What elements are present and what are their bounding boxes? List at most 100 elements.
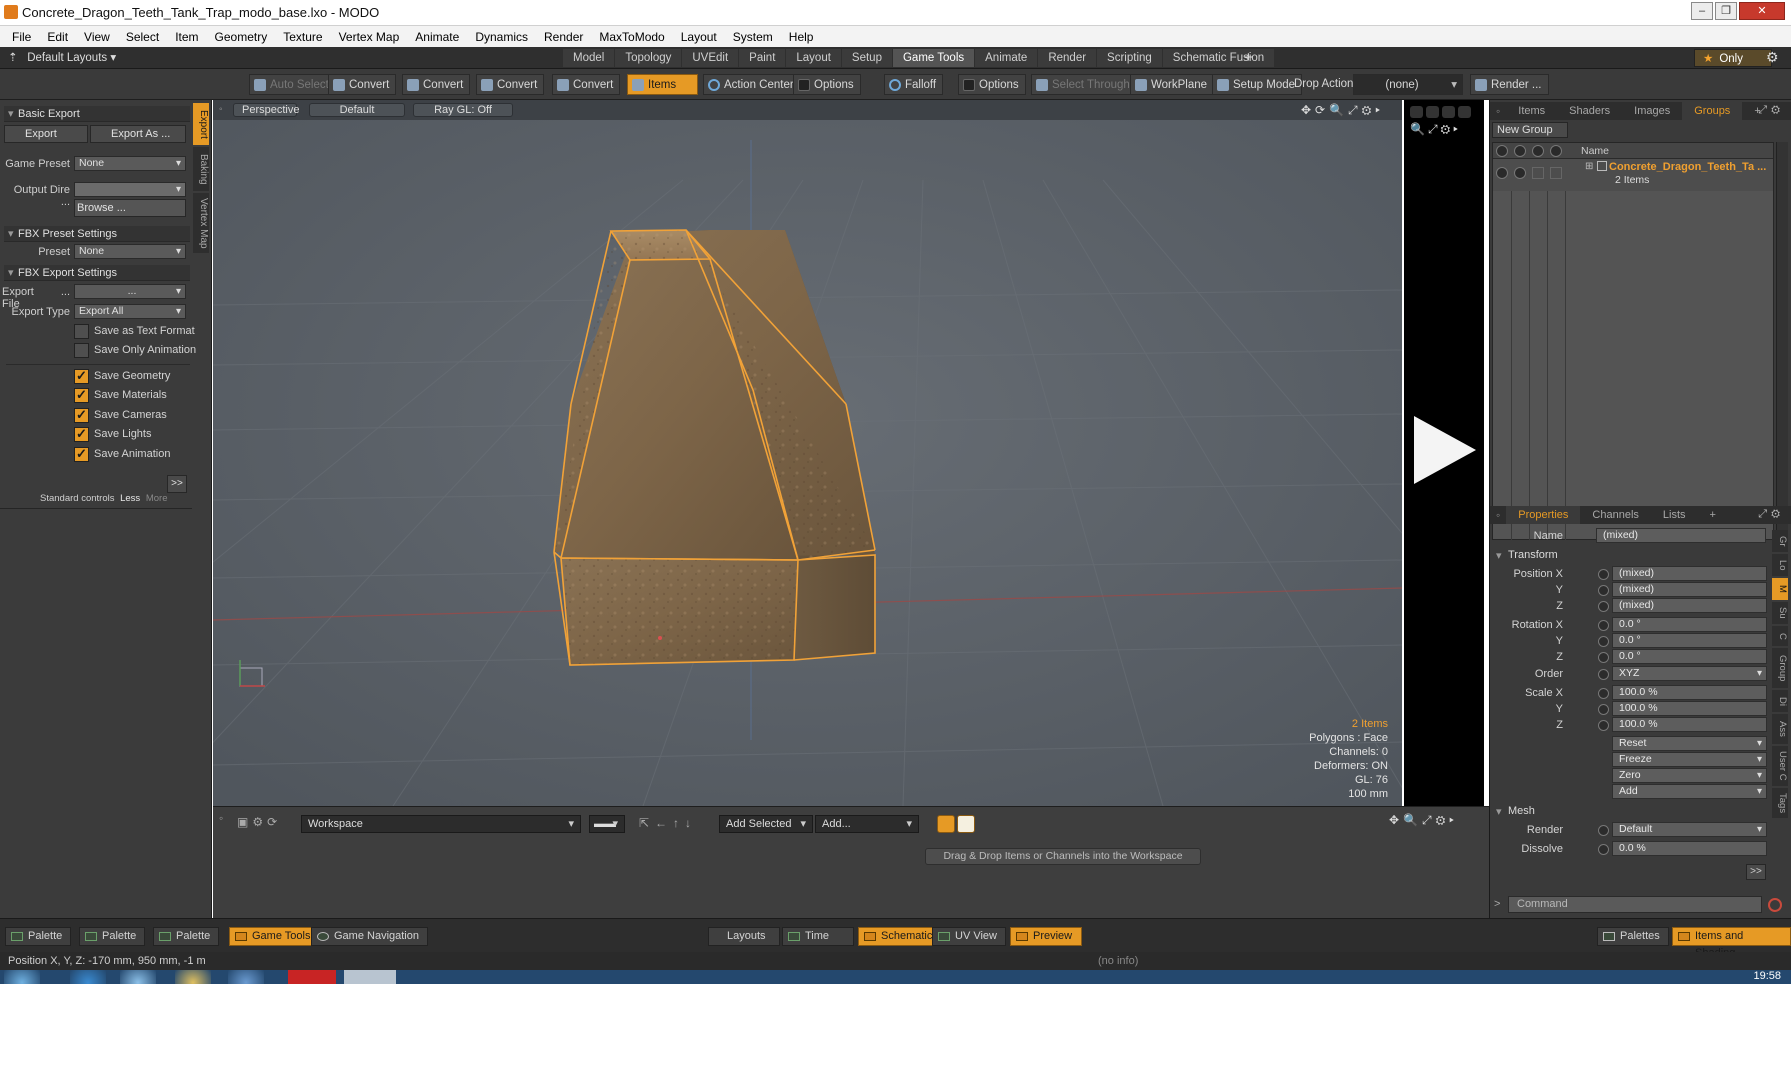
- palette-button-2[interactable]: Palette: [79, 927, 146, 946]
- play-icon[interactable]: [1414, 416, 1476, 484]
- uv-view-button[interactable]: UV View: [932, 927, 1006, 946]
- palettes-button[interactable]: Palettes: [1597, 927, 1669, 946]
- palette-button-3[interactable]: Palette: [153, 927, 220, 946]
- preview-button[interactable]: Preview: [1010, 927, 1082, 946]
- rotation-y-field[interactable]: 0.0 °: [1612, 633, 1767, 648]
- render-button[interactable]: Render ...: [1470, 74, 1549, 95]
- workspace-tool-icons[interactable]: ▣⚙⟳: [237, 815, 281, 829]
- select-through-button[interactable]: Select Through: [1031, 74, 1137, 95]
- side-tab-group[interactable]: Group: [1772, 648, 1788, 688]
- game-navigation-button[interactable]: Game Navigation: [311, 927, 428, 946]
- order-dropdown[interactable]: XYZ: [1612, 666, 1767, 681]
- tab-groups[interactable]: Groups: [1682, 102, 1743, 120]
- side-tab-lo[interactable]: Lo: [1772, 554, 1788, 576]
- browse-button[interactable]: Browse ...: [74, 199, 186, 217]
- schematic-button[interactable]: Schematic: [858, 927, 942, 946]
- groups-scrollbar[interactable]: [1776, 142, 1788, 540]
- tab-export[interactable]: Export: [193, 103, 209, 145]
- group-row[interactable]: ⊞ Concrete_Dragon_Teeth_Ta ... 2 Items: [1493, 159, 1773, 191]
- falloff-button[interactable]: Falloff: [884, 74, 944, 95]
- command-stop-icon[interactable]: [1768, 898, 1782, 912]
- only-toggle-button[interactable]: ★ Only: [1694, 49, 1772, 67]
- scale-y-field[interactable]: 100.0 %: [1612, 701, 1767, 716]
- default-layouts-dropdown[interactable]: ⇡ Default Layouts ▾: [8, 50, 116, 64]
- lock-column-icon[interactable]: [1532, 145, 1544, 157]
- rotation-y-key-icon[interactable]: [1598, 636, 1609, 647]
- 3d-viewport[interactable]: ◦ Perspective Default Ray GL: Off ✥⟳🔍⤢⚙▸…: [213, 100, 1402, 806]
- setup-mode-button[interactable]: Setup Mode: [1212, 74, 1303, 95]
- tab-animate[interactable]: Animate: [975, 49, 1038, 67]
- panel-menu-icon[interactable]: ◦: [1490, 506, 1506, 524]
- tab-game-tools[interactable]: Game Tools: [892, 49, 975, 67]
- add-tab-button[interactable]: +: [1698, 506, 1728, 524]
- tab-vertex-map[interactable]: Vertex Map: [193, 193, 209, 253]
- visibility-column-icon[interactable]: [1496, 145, 1508, 157]
- tab-properties[interactable]: Properties: [1506, 506, 1581, 524]
- gear-icon[interactable]: ⚙: [1766, 49, 1779, 66]
- tab-model[interactable]: Model: [563, 49, 615, 67]
- viewport-canvas[interactable]: [213, 100, 1402, 806]
- tab-render[interactable]: Render: [1038, 49, 1097, 67]
- basic-export-header[interactable]: Basic Export: [4, 106, 190, 122]
- export-type-dropdown[interactable]: Export All: [74, 304, 186, 319]
- game-preset-dropdown[interactable]: None: [74, 156, 186, 171]
- name-column-header[interactable]: Name: [1581, 145, 1609, 157]
- save-materials-checkbox[interactable]: [74, 387, 89, 403]
- browser-icon[interactable]: [70, 970, 106, 984]
- scale-z-field[interactable]: 100.0 %: [1612, 717, 1767, 732]
- group-name[interactable]: Concrete_Dragon_Teeth_Ta ...: [1609, 161, 1766, 173]
- save-only-animation-checkbox[interactable]: [74, 343, 89, 358]
- dissolve-key-icon[interactable]: [1598, 844, 1609, 855]
- side-tab-di[interactable]: Di: [1772, 690, 1788, 712]
- lock-toggle-icon[interactable]: [1532, 167, 1544, 179]
- tab-channels[interactable]: Channels: [1580, 506, 1650, 524]
- save-geometry-checkbox[interactable]: [74, 368, 89, 384]
- close-button[interactable]: ✕: [1739, 2, 1785, 20]
- time-button[interactable]: Time: [782, 927, 854, 946]
- panel-menu-icon[interactable]: ◦: [1490, 102, 1506, 120]
- freeze-dropdown[interactable]: Freeze: [1612, 752, 1767, 767]
- panel-tool-icons[interactable]: ⤢⚙: [1758, 104, 1784, 117]
- tab-paint[interactable]: Paint: [739, 49, 786, 67]
- palette-button-1[interactable]: Palette: [5, 927, 72, 946]
- menu-view[interactable]: View: [76, 30, 118, 44]
- folder-icon[interactable]: [175, 970, 211, 984]
- scale-y-key-icon[interactable]: [1598, 704, 1609, 715]
- items-mode-button[interactable]: Items: [627, 74, 698, 95]
- menu-layout[interactable]: Layout: [673, 30, 725, 44]
- command-input[interactable]: Command: [1508, 896, 1762, 913]
- render-toggle-icon[interactable]: [1514, 167, 1526, 179]
- side-tab-gr[interactable]: Gr: [1772, 530, 1788, 552]
- groups-list[interactable]: Name ⊞ Concrete_Dragon_Teeth_Ta ... 2 It…: [1492, 142, 1774, 541]
- more-link[interactable]: More: [146, 493, 168, 504]
- menu-animate[interactable]: Animate: [407, 30, 467, 44]
- properties-more-button[interactable]: >>: [1746, 864, 1766, 880]
- menu-system[interactable]: System: [725, 30, 781, 44]
- side-tab-m[interactable]: M: [1772, 578, 1788, 600]
- explorer-icon[interactable]: [120, 970, 156, 984]
- menu-item[interactable]: Item: [167, 30, 206, 44]
- render-dropdown[interactable]: Default: [1612, 822, 1767, 837]
- tab-shaders[interactable]: Shaders: [1557, 102, 1622, 120]
- expand-toggle-icon[interactable]: ⊞: [1585, 161, 1593, 172]
- tab-scripting[interactable]: Scripting: [1097, 49, 1162, 67]
- side-tab-tags[interactable]: Tags: [1772, 788, 1788, 818]
- tab-items[interactable]: Items: [1506, 102, 1557, 120]
- save-as-text-format-checkbox[interactable]: [74, 324, 89, 339]
- panel-tool-icons[interactable]: ⤢⚙: [1758, 508, 1784, 521]
- fbx-preset-settings-header[interactable]: FBX Preset Settings: [4, 226, 190, 242]
- viewport-nav-icons[interactable]: ✥⟳🔍⤢⚙▸: [1301, 103, 1384, 118]
- workspace-nav-icons[interactable]: ✥🔍⤢⚙▸: [1389, 813, 1458, 828]
- add-dropdown[interactable]: Add...: [815, 815, 919, 833]
- workspace-menu-icon[interactable]: ◦: [219, 811, 223, 825]
- select-toggle-icon[interactable]: [1550, 167, 1562, 179]
- position-z-key-icon[interactable]: [1598, 601, 1609, 612]
- output-directory-field[interactable]: [74, 182, 186, 197]
- add-selected-button[interactable]: Add Selected: [719, 815, 813, 833]
- side-tab-c[interactable]: C: [1772, 626, 1788, 646]
- render-key-icon[interactable]: [1598, 825, 1609, 836]
- rotation-x-field[interactable]: 0.0 °: [1612, 617, 1767, 632]
- workspace-arrow-icons[interactable]: ⇱←↑↓: [639, 816, 697, 830]
- menu-select[interactable]: Select: [118, 30, 167, 44]
- tab-schematic-fusion[interactable]: Schematic Fusion: [1162, 49, 1275, 67]
